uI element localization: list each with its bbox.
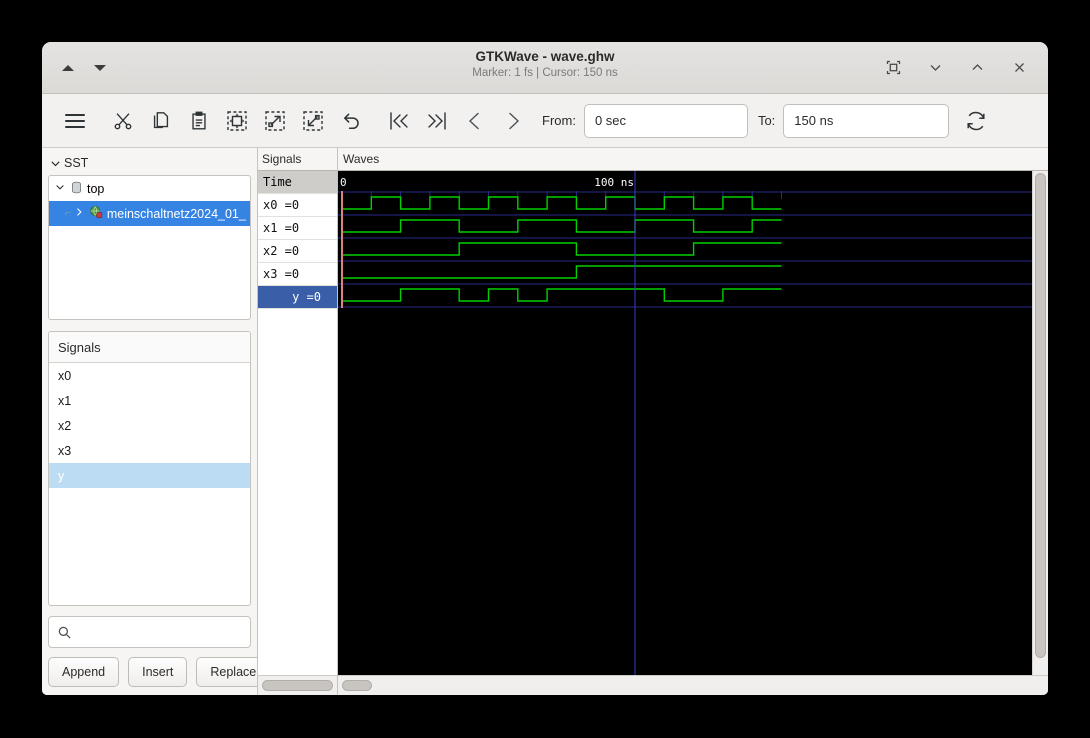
- previous-edge-icon[interactable]: [456, 102, 494, 140]
- chevron-down-icon[interactable]: [926, 59, 944, 77]
- signals-panel-list: x0 x1 x2 x3 y: [49, 363, 250, 605]
- sst-node-top-label: top: [87, 181, 105, 196]
- list-item[interactable]: x3: [49, 438, 250, 463]
- sst-header-label: SST: [64, 156, 89, 170]
- list-item[interactable]: x0: [49, 363, 250, 388]
- svg-text:0: 0: [340, 176, 347, 189]
- signals-panel: Signals x0 x1 x2 x3 y: [48, 331, 251, 606]
- sst-node-meinschaltnetz-label: meinschaltnetz2024_01_: [106, 206, 246, 221]
- list-item[interactable]: x1: [49, 388, 250, 413]
- action-button-row: Append Insert Replace: [48, 657, 271, 695]
- fullscreen-icon[interactable]: [884, 59, 902, 77]
- from-input[interactable]: 0 sec: [583, 103, 748, 138]
- wave-view-column: Waves 0 100 ns: [337, 148, 1048, 695]
- zoom-out-icon[interactable]: [294, 102, 332, 140]
- module-cylinder-icon: [70, 181, 83, 197]
- search-input[interactable]: [48, 616, 251, 648]
- to-input[interactable]: 150 ns: [783, 103, 950, 138]
- triangle-down-icon[interactable]: [94, 64, 106, 71]
- wave-horizontal-scrollbar[interactable]: [338, 675, 1048, 695]
- wave-names-title: Signals: [262, 152, 302, 166]
- copy-icon[interactable]: [142, 102, 180, 140]
- paste-clipboard-icon[interactable]: [180, 102, 218, 140]
- wave-traces: 0 100 ns: [338, 171, 1032, 675]
- wave-names-column: Signals Time x0 =0 x1 =0 x2 =0 x3 =0 y =…: [257, 148, 337, 695]
- zoom-in-icon[interactable]: [256, 102, 294, 140]
- scrollbar-thumb[interactable]: [1035, 173, 1046, 658]
- sst-node-top[interactable]: top: [49, 176, 250, 201]
- left-pane: SST top ⌐ meinschaltnetz2024_01_ Signals…: [42, 148, 271, 695]
- wave-row-label-y[interactable]: y =0: [258, 286, 337, 309]
- undo-arrow-icon[interactable]: [332, 102, 370, 140]
- from-label: From:: [542, 113, 576, 128]
- wave-row-label-x3[interactable]: x3 =0: [258, 263, 337, 286]
- wave-canvas[interactable]: 0 100 ns: [338, 171, 1032, 675]
- next-edge-icon[interactable]: [494, 102, 532, 140]
- wave-names-list: Time x0 =0 x1 =0 x2 =0 x3 =0 y =0: [258, 170, 337, 675]
- signals-panel-header: Signals: [49, 332, 250, 363]
- reload-refresh-icon[interactable]: [957, 102, 995, 140]
- title-bar: GTKWave - wave.ghw Marker: 1 fs | Cursor…: [42, 42, 1048, 94]
- chevron-up-icon[interactable]: [968, 59, 986, 77]
- tree-guide-line: ⌐: [65, 208, 71, 219]
- sst-header[interactable]: SST: [48, 154, 251, 172]
- svg-text:100 ns: 100 ns: [594, 176, 634, 189]
- gtkwave-window: GTKWave - wave.ghw Marker: 1 fs | Cursor…: [42, 42, 1048, 695]
- chevron-down-icon: [51, 160, 60, 166]
- wave-view-title: Waves: [343, 152, 380, 166]
- close-icon[interactable]: [1010, 59, 1028, 77]
- wave-view-main: 0 100 ns: [338, 170, 1048, 675]
- chevron-down-icon[interactable]: [55, 182, 66, 195]
- wave-row-label-x0[interactable]: x0 =0: [258, 194, 337, 217]
- search-magnifier-icon: [57, 625, 72, 640]
- go-to-start-icon[interactable]: [380, 102, 418, 140]
- hamburger-menu-icon[interactable]: [56, 102, 94, 140]
- main-toolbar: From: 0 sec To: 150 ns: [42, 94, 1048, 148]
- to-label: To:: [757, 113, 776, 128]
- triangle-up-icon[interactable]: [62, 64, 74, 71]
- sst-node-meinschaltnetz[interactable]: ⌐ meinschaltnetz2024_01_: [49, 201, 250, 226]
- sst-tree: top ⌐ meinschaltnetz2024_01_: [48, 175, 251, 320]
- scrollbar-thumb[interactable]: [262, 680, 333, 691]
- wave-row-label-x2[interactable]: x2 =0: [258, 240, 337, 263]
- append-button[interactable]: Append: [48, 657, 120, 687]
- wave-time-row-label: Time: [258, 171, 337, 194]
- wave-row-label-x1[interactable]: x1 =0: [258, 217, 337, 240]
- chevron-right-icon[interactable]: [74, 207, 85, 220]
- list-item[interactable]: y: [49, 463, 250, 488]
- list-item[interactable]: x2: [49, 413, 250, 438]
- zoom-fit-icon[interactable]: [218, 102, 256, 140]
- main-body: SST top ⌐ meinschaltnetz2024_01_ Signals…: [42, 148, 1048, 695]
- names-horizontal-scrollbar[interactable]: [258, 675, 337, 695]
- wave-vertical-scrollbar[interactable]: [1032, 171, 1048, 675]
- entity-globe-icon: [89, 205, 103, 222]
- go-to-end-icon[interactable]: [418, 102, 456, 140]
- scissors-cut-icon[interactable]: [104, 102, 142, 140]
- insert-button[interactable]: Insert: [128, 657, 188, 687]
- scrollbar-thumb[interactable]: [342, 680, 372, 691]
